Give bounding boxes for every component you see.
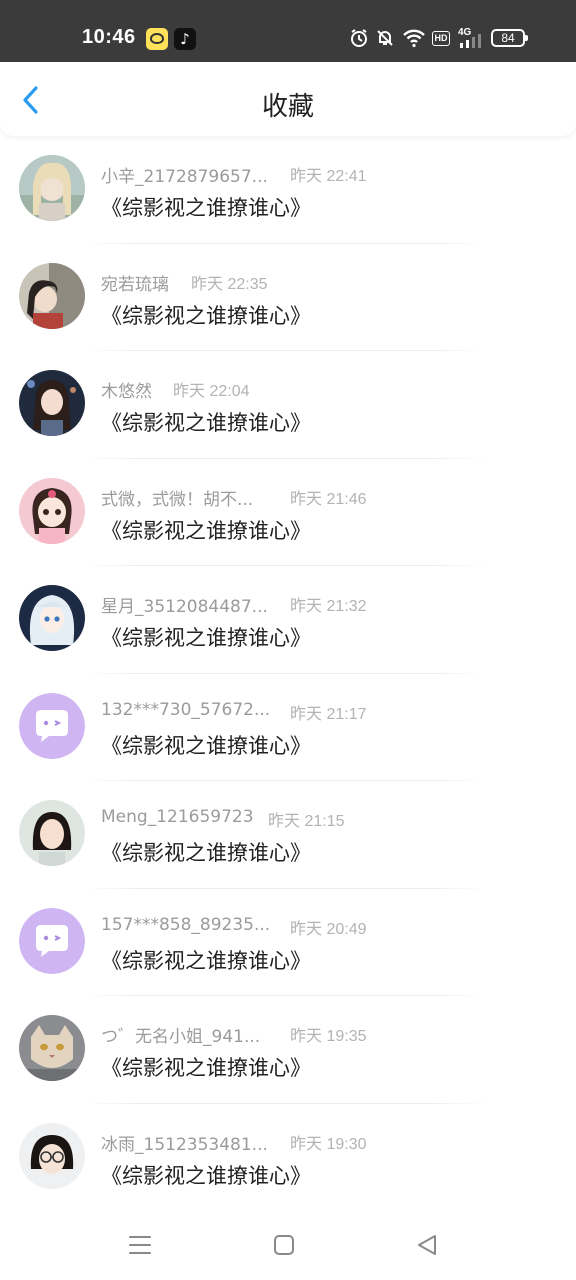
user-name: 157***858_89235... — [101, 914, 271, 935]
timestamp: 昨天 20:49 — [290, 920, 367, 938]
user-name: 星月_3512084487... — [101, 597, 268, 617]
default-avatar-icon — [19, 907, 85, 974]
timestamp: 昨天 22:04 — [173, 383, 250, 400]
list-item[interactable]: 式微，式微！胡不... 昨天 21:46 《综影视之谁撩谁心》 — [0, 459, 576, 566]
battery-icon: 84 — [491, 29, 528, 47]
timestamp: 昨天 21:17 — [290, 705, 367, 723]
book-title: 《综影视之谁撩谁心》 — [101, 303, 311, 328]
avatar — [19, 1015, 85, 1081]
book-title: 《综影视之谁撩谁心》 — [101, 196, 311, 220]
book-title: 《综影视之谁撩谁心》 — [101, 518, 311, 543]
header: 收藏 — [0, 62, 576, 136]
default-avatar-icon — [19, 692, 85, 759]
home-square-icon — [274, 1235, 294, 1255]
list-item[interactable]: 星月_3512084487... 昨天 21:32 《综影视之谁撩谁心》 — [0, 566, 576, 674]
user-name: 冰雨_1512353481... — [101, 1134, 268, 1155]
user-name: つ゛无名小姐_941... — [101, 1027, 261, 1047]
book-title: 《综影视之谁撩谁心》 — [101, 948, 311, 973]
list-item[interactable]: 冰雨_1512353481... 昨天 19:30 《综影视之谁撩谁心》 — [0, 1104, 576, 1212]
app-icon — [146, 28, 168, 50]
user-name: Meng_121659723 — [101, 807, 254, 827]
book-title: 《综影视之谁撩谁心》 — [101, 1056, 311, 1080]
user-name: 小辛_2172879657... — [101, 167, 268, 187]
avatar — [19, 370, 85, 436]
avatar — [19, 800, 85, 866]
home-button[interactable] — [269, 1230, 299, 1260]
back-nav-button[interactable] — [413, 1230, 443, 1260]
mute-icon — [377, 30, 393, 46]
timestamp: 昨天 21:15 — [268, 813, 345, 830]
avatar — [19, 585, 85, 651]
menu-button[interactable] — [125, 1230, 155, 1260]
signal-icon — [460, 34, 481, 48]
avatar — [19, 155, 85, 221]
list-item[interactable]: 小辛_2172879657... 昨天 22:41 《综影视之谁撩谁心》 — [0, 136, 576, 244]
user-name: 宛若琉璃 — [101, 274, 169, 295]
user-name: 式微，式微！胡不... — [101, 489, 254, 510]
page-title: 收藏 — [261, 92, 314, 122]
back-triangle-icon — [418, 1235, 436, 1255]
alarm-icon — [351, 29, 367, 47]
list-item[interactable]: つ゛无名小姐_941... 昨天 19:35 《综影视之谁撩谁心》 — [0, 996, 576, 1104]
timestamp: 昨天 21:32 — [290, 598, 367, 615]
wifi-icon — [403, 29, 425, 48]
avatar — [19, 477, 85, 544]
book-title: 《综影视之谁撩谁心》 — [101, 411, 311, 435]
avatar — [19, 1122, 85, 1189]
list-item[interactable]: 157***858_89235... 昨天 20:49 《综影视之谁撩谁心》 — [0, 889, 576, 996]
list-item[interactable]: 132***730_57672... 昨天 21:17 《综影视之谁撩谁心》 — [0, 674, 576, 781]
book-title: 《综影视之谁撩谁心》 — [101, 733, 311, 758]
book-title: 《综影视之谁撩谁心》 — [101, 626, 311, 650]
user-name: 木悠然 — [101, 382, 152, 402]
tiktok-icon: ♪ — [174, 28, 196, 50]
timestamp: 昨天 19:35 — [290, 1028, 367, 1045]
avatar — [19, 262, 85, 329]
user-name: 132***730_57672... — [101, 699, 271, 720]
list-item[interactable]: 宛若琉璃 昨天 22:35 《综影视之谁撩谁心》 — [0, 244, 576, 351]
status-time: 10:46 — [82, 26, 136, 48]
book-title: 《综影视之谁撩谁心》 — [101, 841, 311, 865]
timestamp: 昨天 22:41 — [290, 168, 367, 185]
list-item[interactable]: 木悠然 昨天 22:04 《综影视之谁撩谁心》 — [0, 351, 576, 459]
system-nav-bar — [0, 1212, 576, 1280]
status-bar: 10:46 ♪ HD 4G 84 — [0, 0, 576, 62]
favorites-list: 小辛_2172879657... 昨天 22:41 《综影视之谁撩谁心》 宛若琉… — [0, 136, 576, 1211]
timestamp: 昨天 21:46 — [290, 490, 367, 508]
timestamp: 昨天 22:35 — [191, 275, 268, 293]
list-item[interactable]: Meng_121659723 昨天 21:15 《综影视之谁撩谁心》 — [0, 781, 576, 889]
menu-icon — [129, 1236, 151, 1254]
timestamp: 昨天 19:30 — [290, 1135, 367, 1153]
book-title: 《综影视之谁撩谁心》 — [101, 1163, 311, 1188]
hd-badge: HD — [432, 31, 450, 46]
